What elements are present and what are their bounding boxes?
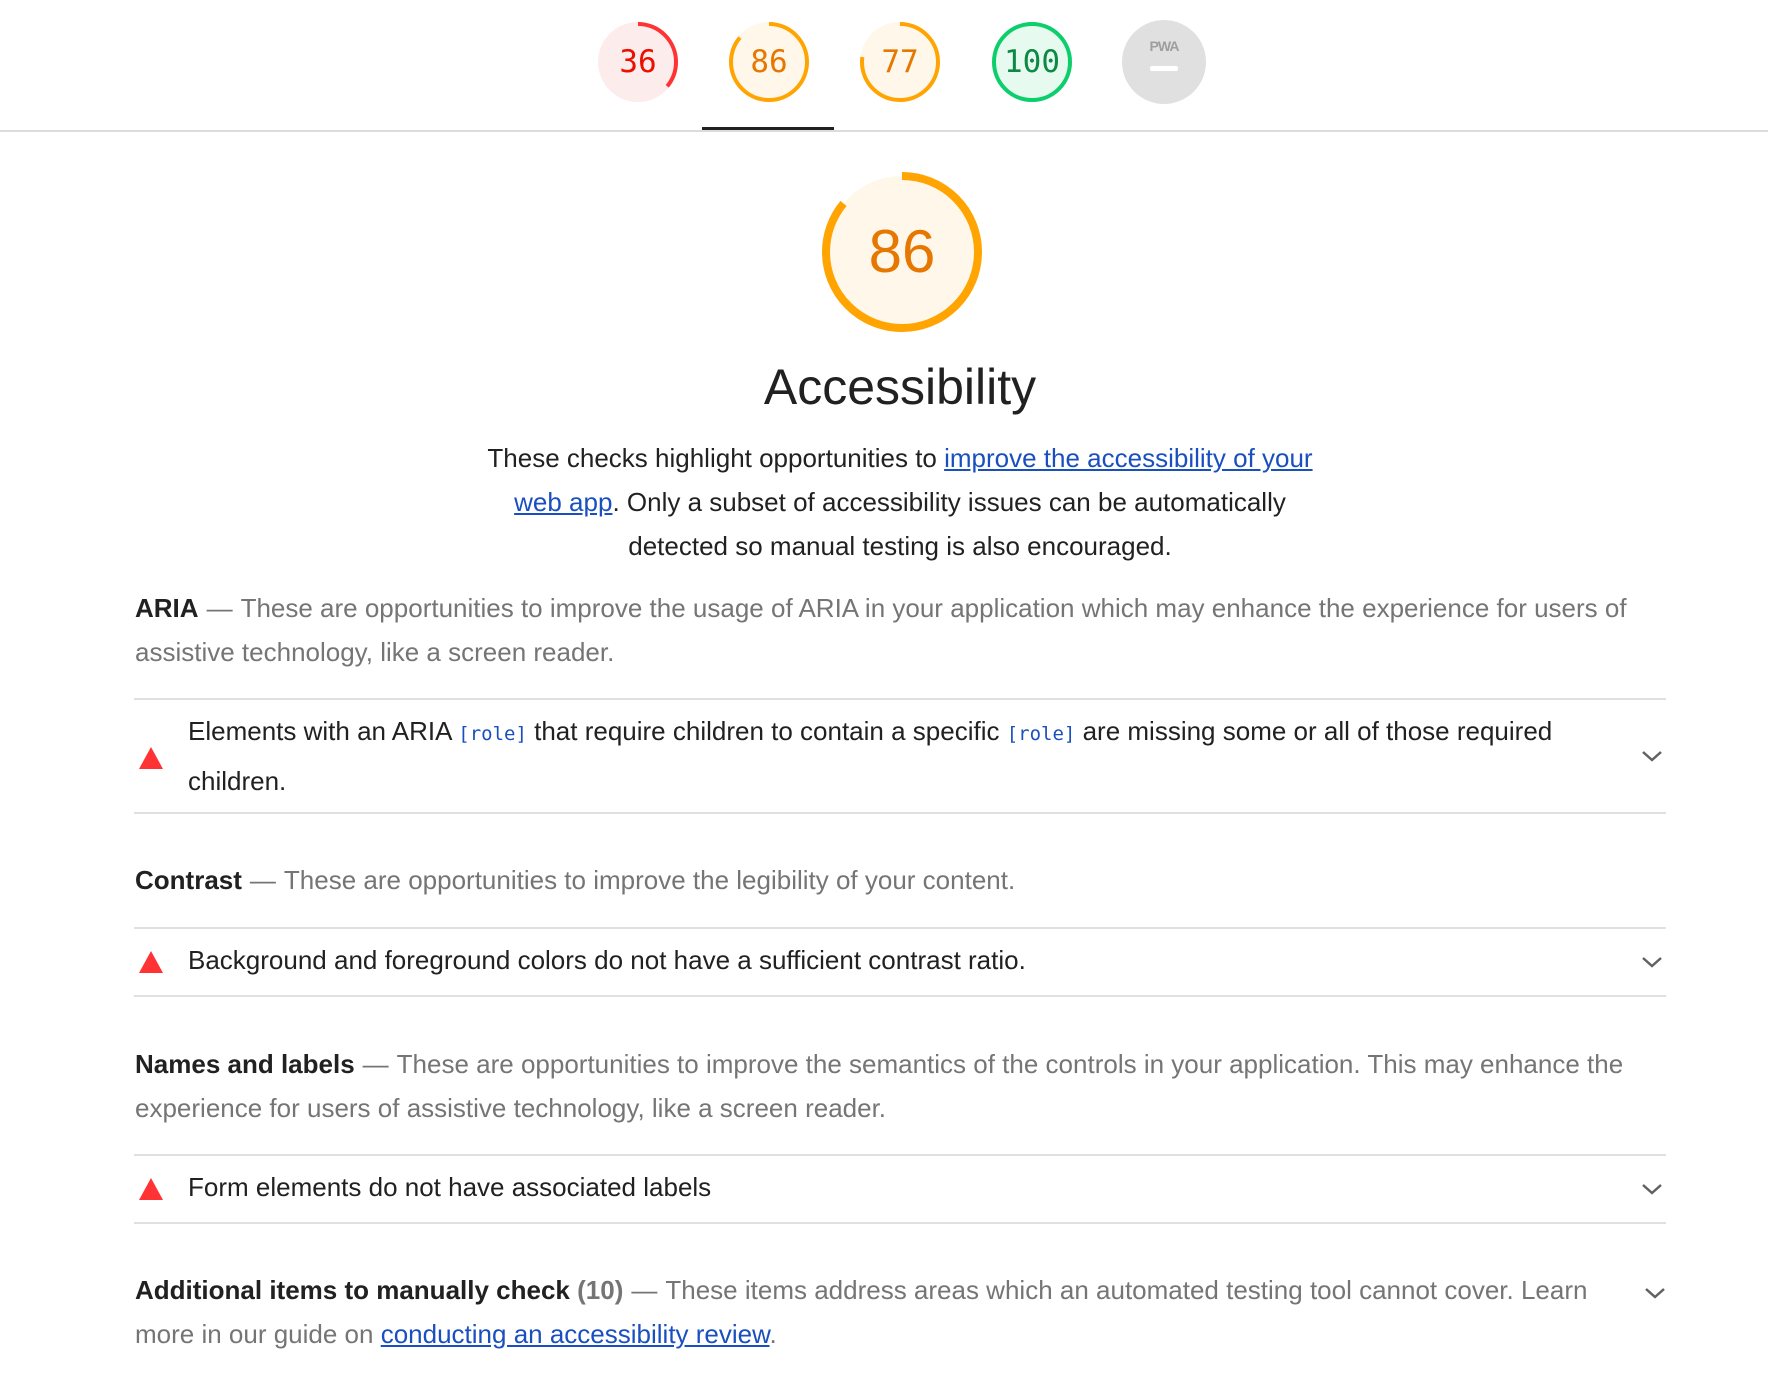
category-nav: 36 86 77 100 PWA [0,0,1768,132]
accessibility-score: 86 [750,44,788,80]
chevron-down-icon[interactable] [1643,1285,1667,1301]
audit-title: Elements with an ARIA [role] that requir… [188,716,1553,796]
audit-aria-required-children[interactable]: Elements with an ARIA [role] that requir… [134,698,1666,814]
fail-triangle-icon [139,747,163,769]
manual-title: Additional items to manually check [135,1275,570,1305]
seo-score: 100 [1004,44,1060,80]
audit-color-contrast[interactable]: Background and foreground colors do not … [134,927,1666,997]
performance-score: 36 [619,44,657,80]
accessibility-review-link[interactable]: conducting an accessibility review [381,1319,770,1349]
pwa-gauge[interactable]: PWA [1122,20,1206,104]
group-title: Names and labels [135,1049,355,1079]
chevron-down-icon[interactable] [1640,954,1664,970]
active-tab-indicator [702,127,834,130]
performance-gauge[interactable]: 36 [596,20,680,104]
pwa-label: PWA [1149,38,1180,54]
audit-title: Background and foreground colors do not … [188,945,1026,975]
fail-triangle-icon [139,1178,163,1200]
manual-count: (10) [577,1275,624,1305]
manual-checks-group[interactable]: Additional items to manually check (10) —… [135,1268,1605,1356]
group-aria: ARIA — These are opportunities to improve … [135,593,1627,667]
category-description: These checks highlight opportunities to … [487,443,1313,561]
page-title: Accessibility [763,359,1037,415]
group-title: Contrast [135,865,242,895]
audit-title: Form elements do not have associated lab… [188,1172,712,1202]
best-practices-score: 77 [881,44,919,80]
group-description: These are opportunities to improve the l… [283,865,1016,895]
group-description: These are opportunities to improve the s… [135,1049,1624,1123]
group-description: These are opportunities to improve the u… [135,593,1627,667]
group-contrast: Contrast — These are opportunities to impr… [135,865,1016,895]
seo-gauge[interactable]: 100 [990,20,1074,104]
main-score: 86 [868,218,936,285]
role-code: [role] [1006,723,1076,745]
chevron-down-icon[interactable] [1640,748,1664,764]
best-practices-gauge[interactable]: 77 [858,20,942,104]
fail-triangle-icon [139,951,163,973]
accessibility-gauge[interactable]: 86 [727,20,811,104]
role-code: [role] [458,723,527,745]
audit-form-labels[interactable]: Form elements do not have associated lab… [134,1154,1666,1224]
chevron-down-icon[interactable] [1640,1181,1664,1197]
group-title: ARIA [135,593,199,623]
group-names-labels: Names and labels — These are opportunities… [135,1049,1624,1123]
pwa-dash-icon [1150,66,1178,71]
accessibility-main-gauge: 86 [818,168,986,336]
